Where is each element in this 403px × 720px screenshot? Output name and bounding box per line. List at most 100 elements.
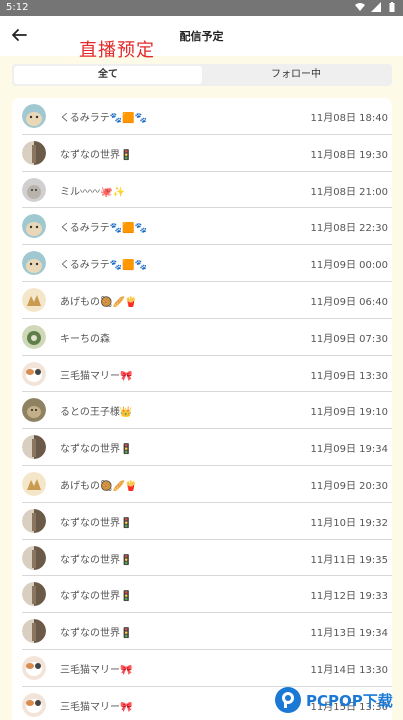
scheduled-datetime: 11月08日 22:30	[311, 219, 388, 234]
scheduled-date: 11月09日	[310, 370, 356, 382]
avatar[interactable]	[22, 619, 46, 644]
schedule-row[interactable]: なずなの世界🚦 11月09日 19:34	[22, 429, 392, 466]
avatar[interactable]	[22, 471, 46, 496]
schedule-row[interactable]: あげもの🥘🥖🍟 11月09日 20:30	[22, 466, 392, 503]
scheduled-date: 11月08日	[310, 113, 356, 124]
scheduled-datetime: 11月11日 19:35	[311, 551, 388, 566]
tab-all[interactable]: 全て	[14, 66, 202, 84]
avatar[interactable]	[22, 361, 46, 386]
avatar[interactable]	[22, 287, 46, 312]
scheduled-date: 11月09日	[310, 260, 356, 272]
scheduled-time: 19:35	[359, 554, 388, 566]
streamer-name: くるみラテ🐾🟧🐾	[60, 223, 148, 235]
schedule-row[interactable]: キーちの森 11月09日 07:30	[22, 319, 392, 356]
schedule-row[interactable]: なずなの世界🚦 11月10日 19:32	[22, 503, 392, 540]
scheduled-datetime: 11月13日 19:34	[311, 624, 388, 639]
scheduled-date: 11月08日	[310, 149, 356, 161]
streamer-name: なずなの世界🚦	[60, 591, 133, 603]
scheduled-date: 11月09日	[310, 407, 356, 419]
schedule-row[interactable]: 三毛猫マリー🎀 11月09日 13:30	[22, 356, 392, 393]
scheduled-time: 19:34	[359, 628, 388, 640]
scheduled-date: 11月14日	[310, 664, 356, 676]
streamer-name: 三毛猫マリー🎀	[60, 664, 133, 676]
scheduled-datetime: 11月10日 19:32	[311, 514, 388, 529]
avatar[interactable]	[22, 545, 46, 570]
schedule-row[interactable]: ミル〰〰🐙✨ 11月08日 21:00	[22, 172, 392, 209]
scheduled-datetime: 11月09日 20:30	[311, 477, 388, 492]
avatar[interactable]	[22, 214, 46, 239]
scheduled-datetime: 11月12日 19:33	[311, 587, 388, 602]
avatar[interactable]	[22, 655, 46, 680]
wifi-icon	[355, 3, 365, 11]
scheduled-datetime: 11月08日 18:40	[311, 109, 388, 124]
schedule-row[interactable]: なずなの世界🚦 11月08日 19:30	[22, 135, 392, 172]
streamer-name: なずなの世界🚦	[60, 517, 133, 529]
streamer-name: ミル〰〰🐙✨	[60, 186, 125, 198]
schedule-list: くるみラテ🐾🟧🐾 11月08日 18:40 なずなの世界🚦 11月08日 19:30 ミ…	[12, 98, 392, 720]
avatar[interactable]	[22, 692, 46, 717]
watermark: PCPOP下载	[273, 682, 403, 718]
schedule-row[interactable]: くるみラテ🐾🟧🐾 11月08日 18:40	[22, 98, 392, 135]
scheduled-time: 19:30	[359, 149, 388, 161]
schedule-row[interactable]: なずなの世界🚦 11月13日 19:34	[22, 613, 392, 650]
scheduled-date: 11月08日	[310, 223, 356, 235]
scheduled-datetime: 11月09日 19:10	[311, 403, 388, 418]
streamer-name: くるみラテ🐾🟧🐾	[60, 260, 148, 272]
schedule-row[interactable]: あげもの🥘🥖🍟 11月09日 06:40	[22, 282, 392, 319]
avatar[interactable]	[22, 251, 46, 276]
schedule-row[interactable]: くるみラテ🐾🟧🐾 11月09日 00:00	[22, 245, 392, 282]
streamer-name: あげもの🥘🥖🍟	[60, 296, 138, 308]
pcpop-logo-icon	[275, 687, 301, 713]
app-header: 配信予定	[0, 16, 403, 56]
scheduled-date: 11月12日	[310, 591, 356, 603]
scheduled-time: 06:40	[359, 296, 388, 308]
overlay-caption: 直播预定	[79, 40, 155, 61]
schedule-row[interactable]: なずなの世界🚦 11月11日 19:35	[22, 540, 392, 577]
scheduled-date: 11月09日	[310, 296, 356, 308]
scheduled-date: 11月10日	[310, 517, 356, 529]
scheduled-time: 20:30	[359, 480, 388, 492]
scheduled-time: 19:33	[359, 591, 388, 603]
scheduled-datetime: 11月09日 19:34	[311, 440, 388, 455]
avatar[interactable]	[22, 324, 46, 349]
battery-icon	[389, 2, 395, 12]
scheduled-time: 21:00	[359, 186, 388, 198]
status-time: 5:12	[6, 2, 29, 13]
avatar[interactable]	[22, 104, 46, 128]
scheduled-datetime: 11月09日 07:30	[311, 330, 388, 345]
tab-following[interactable]: フォロー中	[202, 66, 390, 84]
schedule-row[interactable]: るとの王子様👑 11月09日 19:10	[22, 392, 392, 430]
avatar[interactable]	[22, 508, 46, 533]
avatar[interactable]	[22, 177, 46, 202]
scheduled-time: 19:34	[359, 444, 388, 456]
scheduled-time: 07:30	[359, 333, 388, 345]
streamer-name: なずなの世界🚦	[60, 554, 133, 566]
streamer-name: るとの王子様👑	[60, 407, 133, 419]
watermark-text: PCPOP下载	[306, 691, 393, 710]
streamer-name: キーちの森	[60, 333, 110, 345]
scheduled-datetime: 11月14日 13:30	[311, 661, 388, 676]
streamer-name: あげもの🥘🥖🍟	[60, 480, 138, 492]
streamer-name: 三毛猫マリー🎀	[60, 370, 133, 382]
scheduled-time: 19:10	[359, 407, 388, 419]
avatar[interactable]	[22, 435, 46, 460]
avatar[interactable]	[22, 140, 46, 165]
schedule-row[interactable]: なずなの世界🚦 11月12日 19:33	[22, 576, 392, 614]
streamer-name: なずなの世界🚦	[60, 628, 133, 640]
scheduled-time: 13:30	[359, 370, 388, 382]
avatar[interactable]	[22, 398, 46, 423]
tab-bar: 全て フォロー中	[12, 64, 392, 86]
schedule-row[interactable]: くるみラテ🐾🟧🐾 11月08日 22:30	[22, 208, 392, 246]
page-title: 配信予定	[179, 30, 224, 43]
status-icons	[355, 2, 397, 12]
status-bar: 5:12	[0, 0, 403, 16]
streamer-name: なずなの世界🚦	[60, 444, 133, 456]
scheduled-datetime: 11月09日 00:00	[311, 256, 388, 271]
scheduled-date: 11月13日	[310, 628, 356, 640]
streamer-name: くるみラテ🐾🟧🐾	[60, 113, 148, 124]
scheduled-datetime: 11月08日 21:00	[311, 183, 388, 198]
avatar[interactable]	[22, 582, 46, 607]
scheduled-datetime: 11月08日 19:30	[311, 146, 388, 161]
signal-icon	[371, 2, 381, 12]
scheduled-time: 18:40	[359, 113, 388, 124]
